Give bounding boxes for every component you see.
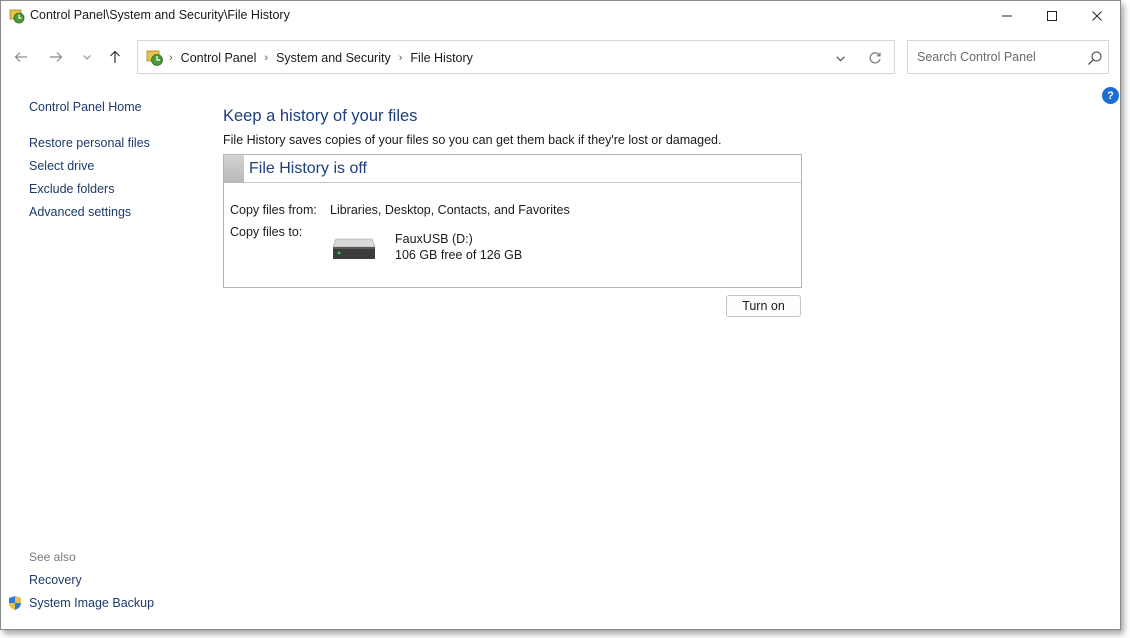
breadcrumb-control-panel[interactable]: Control Panel bbox=[181, 51, 257, 65]
copy-to-label: Copy files to: bbox=[230, 225, 303, 239]
back-button[interactable] bbox=[12, 48, 30, 66]
minimize-button[interactable] bbox=[984, 1, 1030, 30]
address-bar[interactable]: › Control Panel › System and Security › … bbox=[137, 40, 895, 74]
system-image-backup-link[interactable]: System Image Backup bbox=[29, 596, 154, 610]
chevron-down-icon bbox=[83, 55, 91, 60]
exclude-folders-link[interactable]: Exclude folders bbox=[29, 182, 114, 196]
file-history-status-panel: File History is off Copy files from: Lib… bbox=[223, 154, 802, 288]
status-title: File History is off bbox=[249, 160, 367, 177]
up-button[interactable] bbox=[106, 48, 124, 66]
address-history-button[interactable] bbox=[832, 50, 848, 66]
close-button[interactable] bbox=[1074, 1, 1120, 30]
arrow-up-icon bbox=[110, 50, 120, 63]
breadcrumb-file-history[interactable]: File History bbox=[410, 51, 473, 65]
refresh-button[interactable] bbox=[866, 49, 884, 67]
drive-name: FauxUSB (D:) bbox=[395, 232, 473, 246]
turn-on-button[interactable]: Turn on bbox=[726, 295, 801, 317]
maximize-button[interactable] bbox=[1029, 1, 1075, 30]
chevron-right-icon[interactable]: › bbox=[264, 52, 268, 64]
search-input[interactable] bbox=[908, 41, 1078, 73]
status-indicator bbox=[224, 155, 244, 183]
window-title: Control Panel\System and Security\File H… bbox=[30, 8, 290, 22]
control-panel-icon bbox=[9, 9, 25, 24]
navigation-bar: › Control Panel › System and Security › … bbox=[1, 39, 1120, 75]
drive-free-space: 106 GB free of 126 GB bbox=[395, 248, 523, 262]
recovery-link[interactable]: Recovery bbox=[29, 573, 82, 587]
forward-button[interactable] bbox=[47, 48, 65, 66]
restore-personal-files-link[interactable]: Restore personal files bbox=[29, 136, 150, 150]
maximize-icon bbox=[1047, 10, 1057, 21]
refresh-icon bbox=[869, 52, 881, 64]
control-panel-icon bbox=[146, 50, 163, 66]
select-drive-link[interactable]: Select drive bbox=[29, 159, 94, 173]
chevron-down-icon bbox=[835, 55, 845, 62]
page-description: File History saves copies of your files … bbox=[223, 133, 722, 147]
chevron-right-icon[interactable]: › bbox=[169, 52, 173, 64]
file-history-window: Control Panel\System and Security\File H… bbox=[0, 0, 1121, 630]
close-icon bbox=[1092, 10, 1102, 21]
advanced-settings-link[interactable]: Advanced settings bbox=[29, 205, 131, 219]
page-title: Keep a history of your files bbox=[223, 107, 418, 125]
title-bar: Control Panel\System and Security\File H… bbox=[1, 1, 1120, 30]
recent-locations-button[interactable] bbox=[78, 48, 96, 66]
chevron-right-icon[interactable]: › bbox=[399, 52, 403, 64]
search-box bbox=[907, 40, 1109, 74]
search-icon[interactable] bbox=[1087, 50, 1103, 66]
uac-shield-icon bbox=[9, 596, 21, 610]
breadcrumb-system-and-security[interactable]: System and Security bbox=[276, 51, 391, 65]
arrow-left-icon bbox=[14, 52, 27, 62]
control-panel-home-link[interactable]: Control Panel Home bbox=[29, 100, 142, 114]
copy-from-label: Copy files from: bbox=[230, 203, 317, 217]
minimize-icon bbox=[1002, 15, 1012, 16]
arrow-right-icon bbox=[50, 52, 63, 62]
drive-icon bbox=[332, 238, 376, 259]
breadcrumb: › Control Panel › System and Security › … bbox=[169, 51, 473, 65]
help-icon[interactable]: ? bbox=[1102, 87, 1119, 104]
see-also-label: See also bbox=[29, 550, 76, 564]
copy-from-value: Libraries, Desktop, Contacts, and Favori… bbox=[330, 203, 570, 217]
status-header: File History is off bbox=[224, 155, 801, 183]
